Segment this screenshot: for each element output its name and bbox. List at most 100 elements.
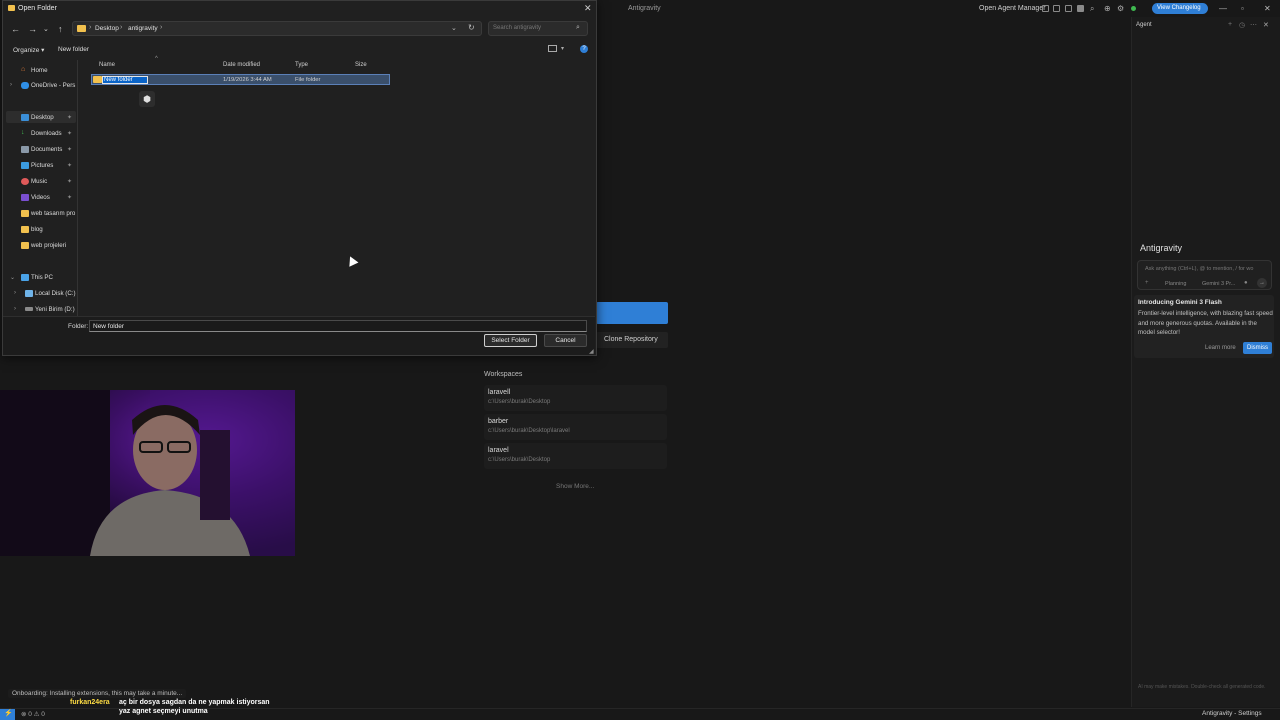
drive-icon (25, 290, 33, 297)
column-type[interactable]: Type (295, 62, 308, 68)
pin-icon[interactable]: ✦ (67, 130, 72, 137)
up-arrow-icon[interactable]: ↑ (58, 24, 63, 34)
cancel-button[interactable]: Cancel (544, 334, 587, 347)
desktop-icon (21, 114, 29, 121)
recent-dropdown-icon[interactable]: ⌄ (43, 25, 49, 33)
learn-more-link[interactable]: Learn more (1205, 345, 1236, 351)
column-size[interactable]: Size (355, 62, 367, 68)
extensions-icon[interactable]: ⊕ (1104, 4, 1111, 13)
nav-item-onedrive[interactable]: OneDrive - Pers (31, 82, 76, 89)
resize-grip-icon[interactable]: ◢ (589, 348, 594, 355)
workspace-path: c:\Users\burak\Desktop\laravel (488, 428, 570, 434)
webcam-person-image (0, 390, 295, 556)
agent-name: Antigravity (1140, 243, 1183, 253)
pin-icon[interactable]: ✦ (67, 162, 72, 169)
mode-selector[interactable]: Planning (1165, 281, 1186, 287)
send-icon[interactable]: → (1257, 278, 1267, 288)
open-folder-button[interactable] (596, 302, 668, 324)
select-folder-button[interactable]: Select Folder (484, 334, 537, 347)
sort-arrow-icon: ^ (155, 56, 158, 62)
folder-icon (8, 5, 15, 11)
minimize-icon[interactable]: — (1219, 4, 1227, 13)
chevron-down-icon[interactable]: ⌄ (10, 274, 15, 281)
column-date-modified[interactable]: Date modified (223, 62, 260, 68)
chat-message-line: aç bir dosya sagdan da ne yapmak istiyor… (119, 699, 270, 706)
chevron-down-icon[interactable]: ⌄ (451, 24, 457, 32)
breadcrumb-desktop[interactable]: Desktop (95, 25, 119, 32)
nav-item-web-tasarim[interactable]: web tasarım pro (31, 210, 76, 217)
dismiss-button[interactable]: Dismiss (1243, 342, 1272, 354)
column-name[interactable]: Name (99, 62, 115, 68)
workspace-path: c:\Users\burak\Desktop (488, 399, 551, 405)
nav-item-web-projeleri[interactable]: web projeleri (31, 242, 76, 249)
new-folder-button[interactable]: New folder (58, 46, 89, 53)
nav-item-local-disk[interactable]: Local Disk (C:) (35, 290, 77, 297)
videos-icon (21, 194, 29, 201)
chevron-right-icon[interactable]: › (120, 24, 122, 31)
row-date-modified: 1/19/2026 3:44 AM (223, 77, 272, 83)
organize-button[interactable]: Organize ▾ (13, 46, 44, 54)
pin-icon[interactable]: ✦ (67, 194, 72, 201)
chevron-right-icon[interactable]: › (10, 82, 12, 88)
workspace-path: c:\Users\burak\Desktop (488, 457, 551, 463)
dialog-close-icon[interactable]: ✕ (584, 3, 592, 14)
chevron-right-icon[interactable]: › (14, 290, 16, 296)
gear-icon[interactable]: ⚙ (1117, 4, 1124, 13)
panel-toggle-icon[interactable] (1065, 5, 1072, 12)
workspace-name: laravell (488, 389, 511, 396)
chevron-down-icon[interactable]: ▾ (561, 45, 564, 52)
drive-icon (25, 307, 33, 311)
announcement-body: Frontier-level intelligence, with blazin… (1138, 310, 1273, 336)
chevron-right-icon[interactable]: › (14, 306, 16, 312)
search-icon[interactable]: ⌕ (576, 24, 580, 32)
window-title: Antigravity (628, 5, 661, 12)
secondary-sidebar-icon[interactable] (1077, 5, 1084, 12)
workspace-item[interactable] (484, 385, 667, 411)
new-chat-icon[interactable]: + (1228, 21, 1232, 28)
back-arrow-icon[interactable]: ← (11, 24, 20, 34)
show-more-link[interactable]: Show More... (556, 483, 594, 490)
pin-icon[interactable]: ✦ (67, 114, 72, 121)
agent-close-icon[interactable]: ✕ (1263, 21, 1269, 29)
open-agent-manager-button[interactable]: Open Agent Manager (979, 5, 1046, 12)
model-selector[interactable]: Gemini 3 Pr... (1202, 281, 1235, 287)
remote-indicator[interactable]: ⚡ (0, 709, 15, 720)
nav-item-home[interactable]: Home (31, 67, 76, 74)
maximize-icon[interactable]: ▫ (1241, 4, 1244, 13)
add-context-icon[interactable]: + (1145, 280, 1149, 286)
folder-field-label: Folder: (68, 323, 89, 330)
breadcrumb-antigravity[interactable]: antigravity (128, 25, 158, 32)
help-icon[interactable]: ? (580, 45, 588, 53)
download-icon: ↓ (21, 129, 25, 136)
mic-icon[interactable]: ● (1244, 280, 1248, 286)
sidebar-toggle-icon[interactable] (1053, 5, 1060, 12)
forward-arrow-icon[interactable]: → (28, 24, 37, 34)
rename-input[interactable]: New folder (102, 76, 148, 84)
chat-message-line: yaz agnet seçmeyi unutma (119, 708, 208, 715)
nav-item-this-pc[interactable]: This PC (31, 274, 76, 281)
folder-name-input[interactable] (89, 320, 587, 332)
pin-icon[interactable]: ✦ (67, 146, 72, 153)
onboarding-notification: Onboarding: Installing extensions, this … (8, 689, 187, 698)
view-changelog-button[interactable]: View Changelog (1152, 3, 1208, 14)
onedrive-icon (21, 82, 29, 89)
nav-item-yeni-birim[interactable]: Yeni Birim (D:) (35, 306, 77, 313)
chevron-right-icon[interactable]: › (89, 24, 91, 31)
workspace-name: barber (488, 418, 509, 425)
webcam-overlay (0, 390, 295, 556)
workspace-item[interactable] (484, 414, 667, 440)
nav-item-blog[interactable]: blog (31, 226, 76, 233)
close-icon[interactable]: ✕ (1264, 4, 1271, 13)
workspace-item[interactable] (484, 443, 667, 469)
search-icon[interactable]: ⌕ (1090, 4, 1094, 14)
history-icon[interactable]: ◷ (1239, 21, 1245, 29)
pin-icon[interactable]: ✦ (67, 178, 72, 185)
more-icon[interactable]: ⋯ (1250, 21, 1257, 29)
settings-status-item[interactable]: Antigravity - Settings (1202, 710, 1262, 717)
cube-icon: ⬢ (139, 91, 155, 107)
refresh-icon[interactable]: ↻ (468, 23, 475, 32)
view-options-icon[interactable] (548, 45, 557, 52)
layout-icon[interactable] (1042, 5, 1049, 12)
chevron-right-icon[interactable]: › (160, 24, 162, 31)
problems-indicator[interactable]: ⊗ 0 ⚠ 0 (21, 710, 45, 718)
